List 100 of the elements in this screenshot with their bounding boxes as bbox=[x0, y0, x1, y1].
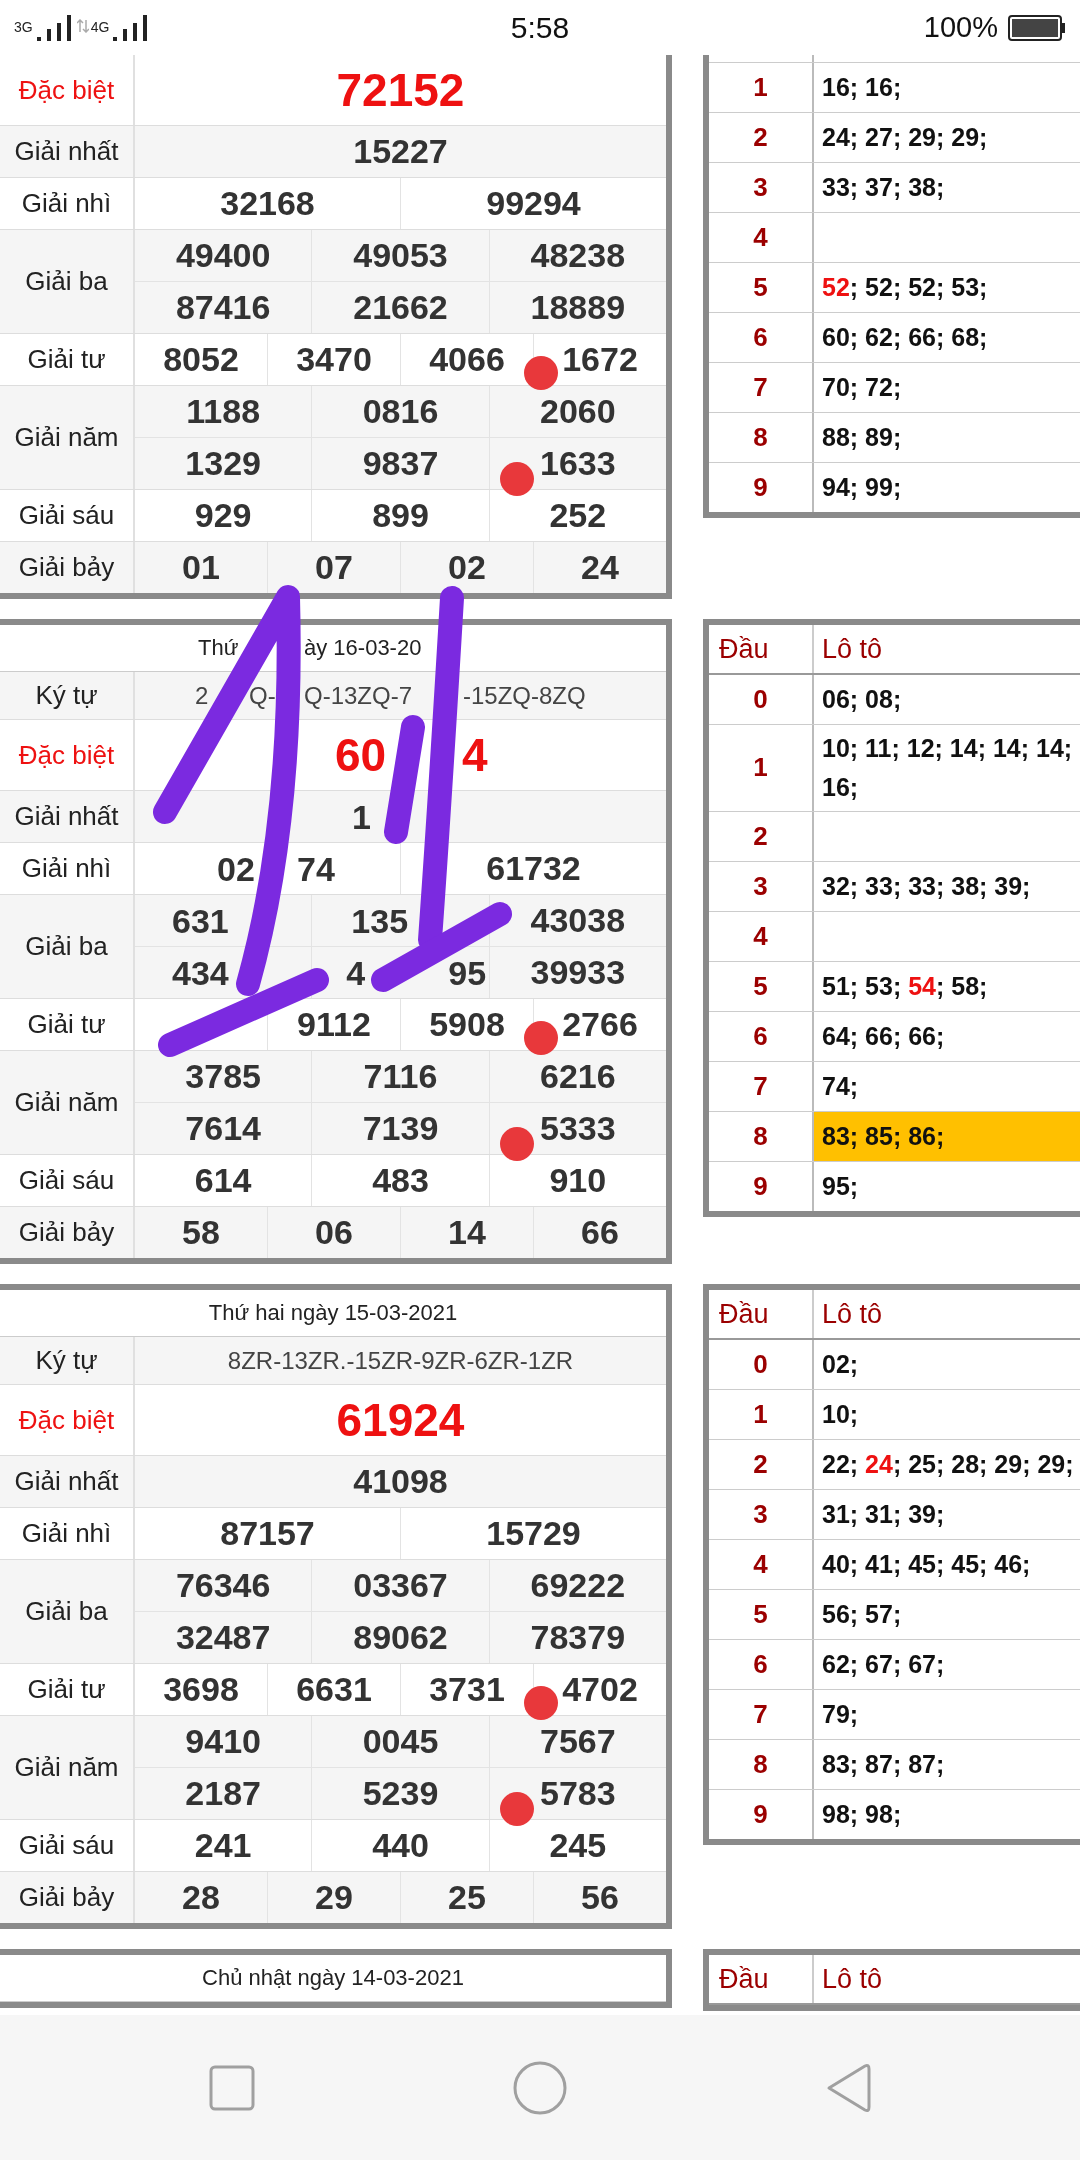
prize-number: 43038 bbox=[530, 901, 626, 940]
head-digit: 1 bbox=[752, 71, 769, 104]
prize-label: Giải nhì bbox=[0, 843, 135, 894]
loto-numbers: 74; bbox=[822, 1070, 859, 1102]
prize-number: 41098 bbox=[353, 1462, 448, 1501]
prize-label: Ký tự bbox=[0, 672, 135, 719]
prize-number: 2060 bbox=[540, 392, 616, 431]
prize-number: 0045 bbox=[362, 1722, 439, 1761]
prize-number: 929 bbox=[194, 496, 252, 535]
text-fragment: 60 bbox=[335, 728, 387, 782]
prize-label: Giải năm bbox=[0, 1051, 135, 1154]
head-digit: 4 bbox=[752, 919, 769, 953]
column-header: Lô tô bbox=[812, 625, 1080, 673]
prize-number: 76346 bbox=[175, 1566, 271, 1605]
prize-number: 48238 bbox=[530, 236, 626, 275]
prize-number: 2187 bbox=[185, 1774, 261, 1813]
prize-number: 6216 bbox=[540, 1057, 616, 1096]
head-digit: 7 bbox=[752, 1698, 769, 1731]
text-fragment: 95 bbox=[448, 953, 487, 992]
prize-number: 483 bbox=[372, 1161, 429, 1200]
prize-number: 4702 bbox=[562, 1670, 638, 1709]
text-fragment: 4 bbox=[462, 728, 488, 782]
prize-number: 58 bbox=[182, 1213, 220, 1252]
text-fragment: 74 bbox=[297, 849, 335, 888]
prize-label: Giải bảy bbox=[0, 1207, 135, 1258]
loto-numbers: 10; 11; 12; 14; 14; 14; 16; bbox=[822, 733, 1074, 803]
prize-number: 7614 bbox=[185, 1109, 261, 1148]
recent-apps-button[interactable] bbox=[209, 2064, 255, 2111]
column-header: Đầu bbox=[718, 632, 770, 666]
prize-label: Giải sáu bbox=[0, 1155, 135, 1206]
text-fragment: 2 bbox=[195, 681, 209, 710]
network-type-label: 3G bbox=[14, 18, 33, 35]
network-type-label: 4G bbox=[90, 18, 110, 35]
head-digit: 6 bbox=[752, 1648, 769, 1681]
head-digit: 7 bbox=[752, 1069, 769, 1103]
column-header: Lô tô bbox=[812, 1290, 1080, 1338]
data-arrows-icon bbox=[76, 18, 89, 33]
text-fragment: ày 16-03-20 bbox=[304, 635, 422, 661]
head-digit: 6 bbox=[752, 1019, 769, 1053]
prize-number: 899 bbox=[372, 496, 429, 535]
prize-label: Đặc biệt bbox=[0, 720, 135, 790]
prize-number: 89062 bbox=[353, 1618, 448, 1657]
prize-number: 440 bbox=[372, 1826, 429, 1865]
prize-label: Giải tư bbox=[0, 1664, 135, 1715]
prize-number: 245 bbox=[549, 1826, 607, 1865]
prize-label: Giải sáu bbox=[0, 1820, 135, 1871]
home-button[interactable] bbox=[513, 2060, 567, 2115]
draw-date: Thứ hai ngày 15-03-2021 bbox=[208, 1300, 458, 1326]
loto-numbers: 88; 89; bbox=[822, 422, 902, 454]
prize-number: 252 bbox=[549, 496, 607, 535]
prize-number: 9112 bbox=[297, 1005, 371, 1044]
prize-number: 8052 bbox=[163, 340, 239, 379]
prize-number: 6631 bbox=[296, 1670, 372, 1709]
head-digit: 2 bbox=[752, 819, 769, 853]
prize-number: 4066 bbox=[429, 340, 505, 379]
column-header: Đầu bbox=[718, 1297, 770, 1331]
prize-number: 87416 bbox=[175, 288, 271, 327]
loto-numbers: 98; 98; bbox=[822, 1799, 902, 1831]
column-header: Đầu bbox=[718, 1962, 770, 1996]
head-digit: 2 bbox=[752, 121, 769, 154]
prize-number: 39933 bbox=[530, 953, 626, 992]
prize-number: 1329 bbox=[185, 444, 261, 483]
prize-number: 18889 bbox=[530, 288, 626, 327]
prize-number: 32487 bbox=[175, 1618, 271, 1657]
prize-number: 32168 bbox=[220, 184, 315, 223]
prize-label: Giải nhất bbox=[0, 126, 135, 177]
text-fragment: Thứ bbox=[198, 635, 239, 661]
head-digit: 4 bbox=[752, 221, 769, 254]
prize-number: 29 bbox=[315, 1878, 353, 1917]
prize-number: 25 bbox=[448, 1878, 486, 1917]
text-fragment: 02 bbox=[217, 849, 255, 888]
head-digit: 8 bbox=[752, 1119, 769, 1153]
symbol-code: 8ZR-13ZR.-15ZR-9ZR-6ZR-1ZR bbox=[227, 1346, 574, 1375]
prize-number: 3785 bbox=[185, 1057, 261, 1096]
prize-number: 28 bbox=[182, 1878, 220, 1917]
prize-number: 7567 bbox=[540, 1722, 616, 1761]
text-fragment: 434 bbox=[172, 953, 229, 992]
loto-numbers: 62; 67; 67; bbox=[822, 1649, 945, 1681]
prize-label: Giải ba bbox=[0, 230, 135, 333]
loto-numbers: 83; 87; 87; bbox=[822, 1749, 945, 1781]
head-digit: 3 bbox=[752, 869, 769, 903]
prize-label: Giải nhì bbox=[0, 1508, 135, 1559]
text-fragment: Q-13ZQ-7 bbox=[304, 681, 413, 710]
prize-number: 241 bbox=[194, 1826, 252, 1865]
head-digit: 7 bbox=[752, 371, 769, 404]
prize-number: 5908 bbox=[429, 1005, 505, 1044]
loto-numbers: 83; 85; 86; bbox=[822, 1120, 945, 1152]
text-fragment: 135 bbox=[351, 901, 409, 940]
text-fragment: 1 bbox=[352, 797, 371, 836]
prize-number: 07 bbox=[315, 548, 353, 587]
head-digit: 0 bbox=[752, 1348, 769, 1381]
back-button[interactable] bbox=[825, 2061, 871, 2114]
loto-numbers: 79; bbox=[822, 1699, 859, 1731]
prize-number: 5239 bbox=[362, 1774, 439, 1813]
prize-number: 5783 bbox=[540, 1774, 616, 1813]
loto-numbers: 40; 41; 45; 45; 46; bbox=[822, 1549, 1031, 1581]
prize-number: 3470 bbox=[296, 340, 372, 379]
prize-number: 910 bbox=[549, 1161, 607, 1200]
loto-numbers: 24; 27; 29; 29; bbox=[822, 122, 988, 154]
prize-number: 7139 bbox=[362, 1109, 439, 1148]
